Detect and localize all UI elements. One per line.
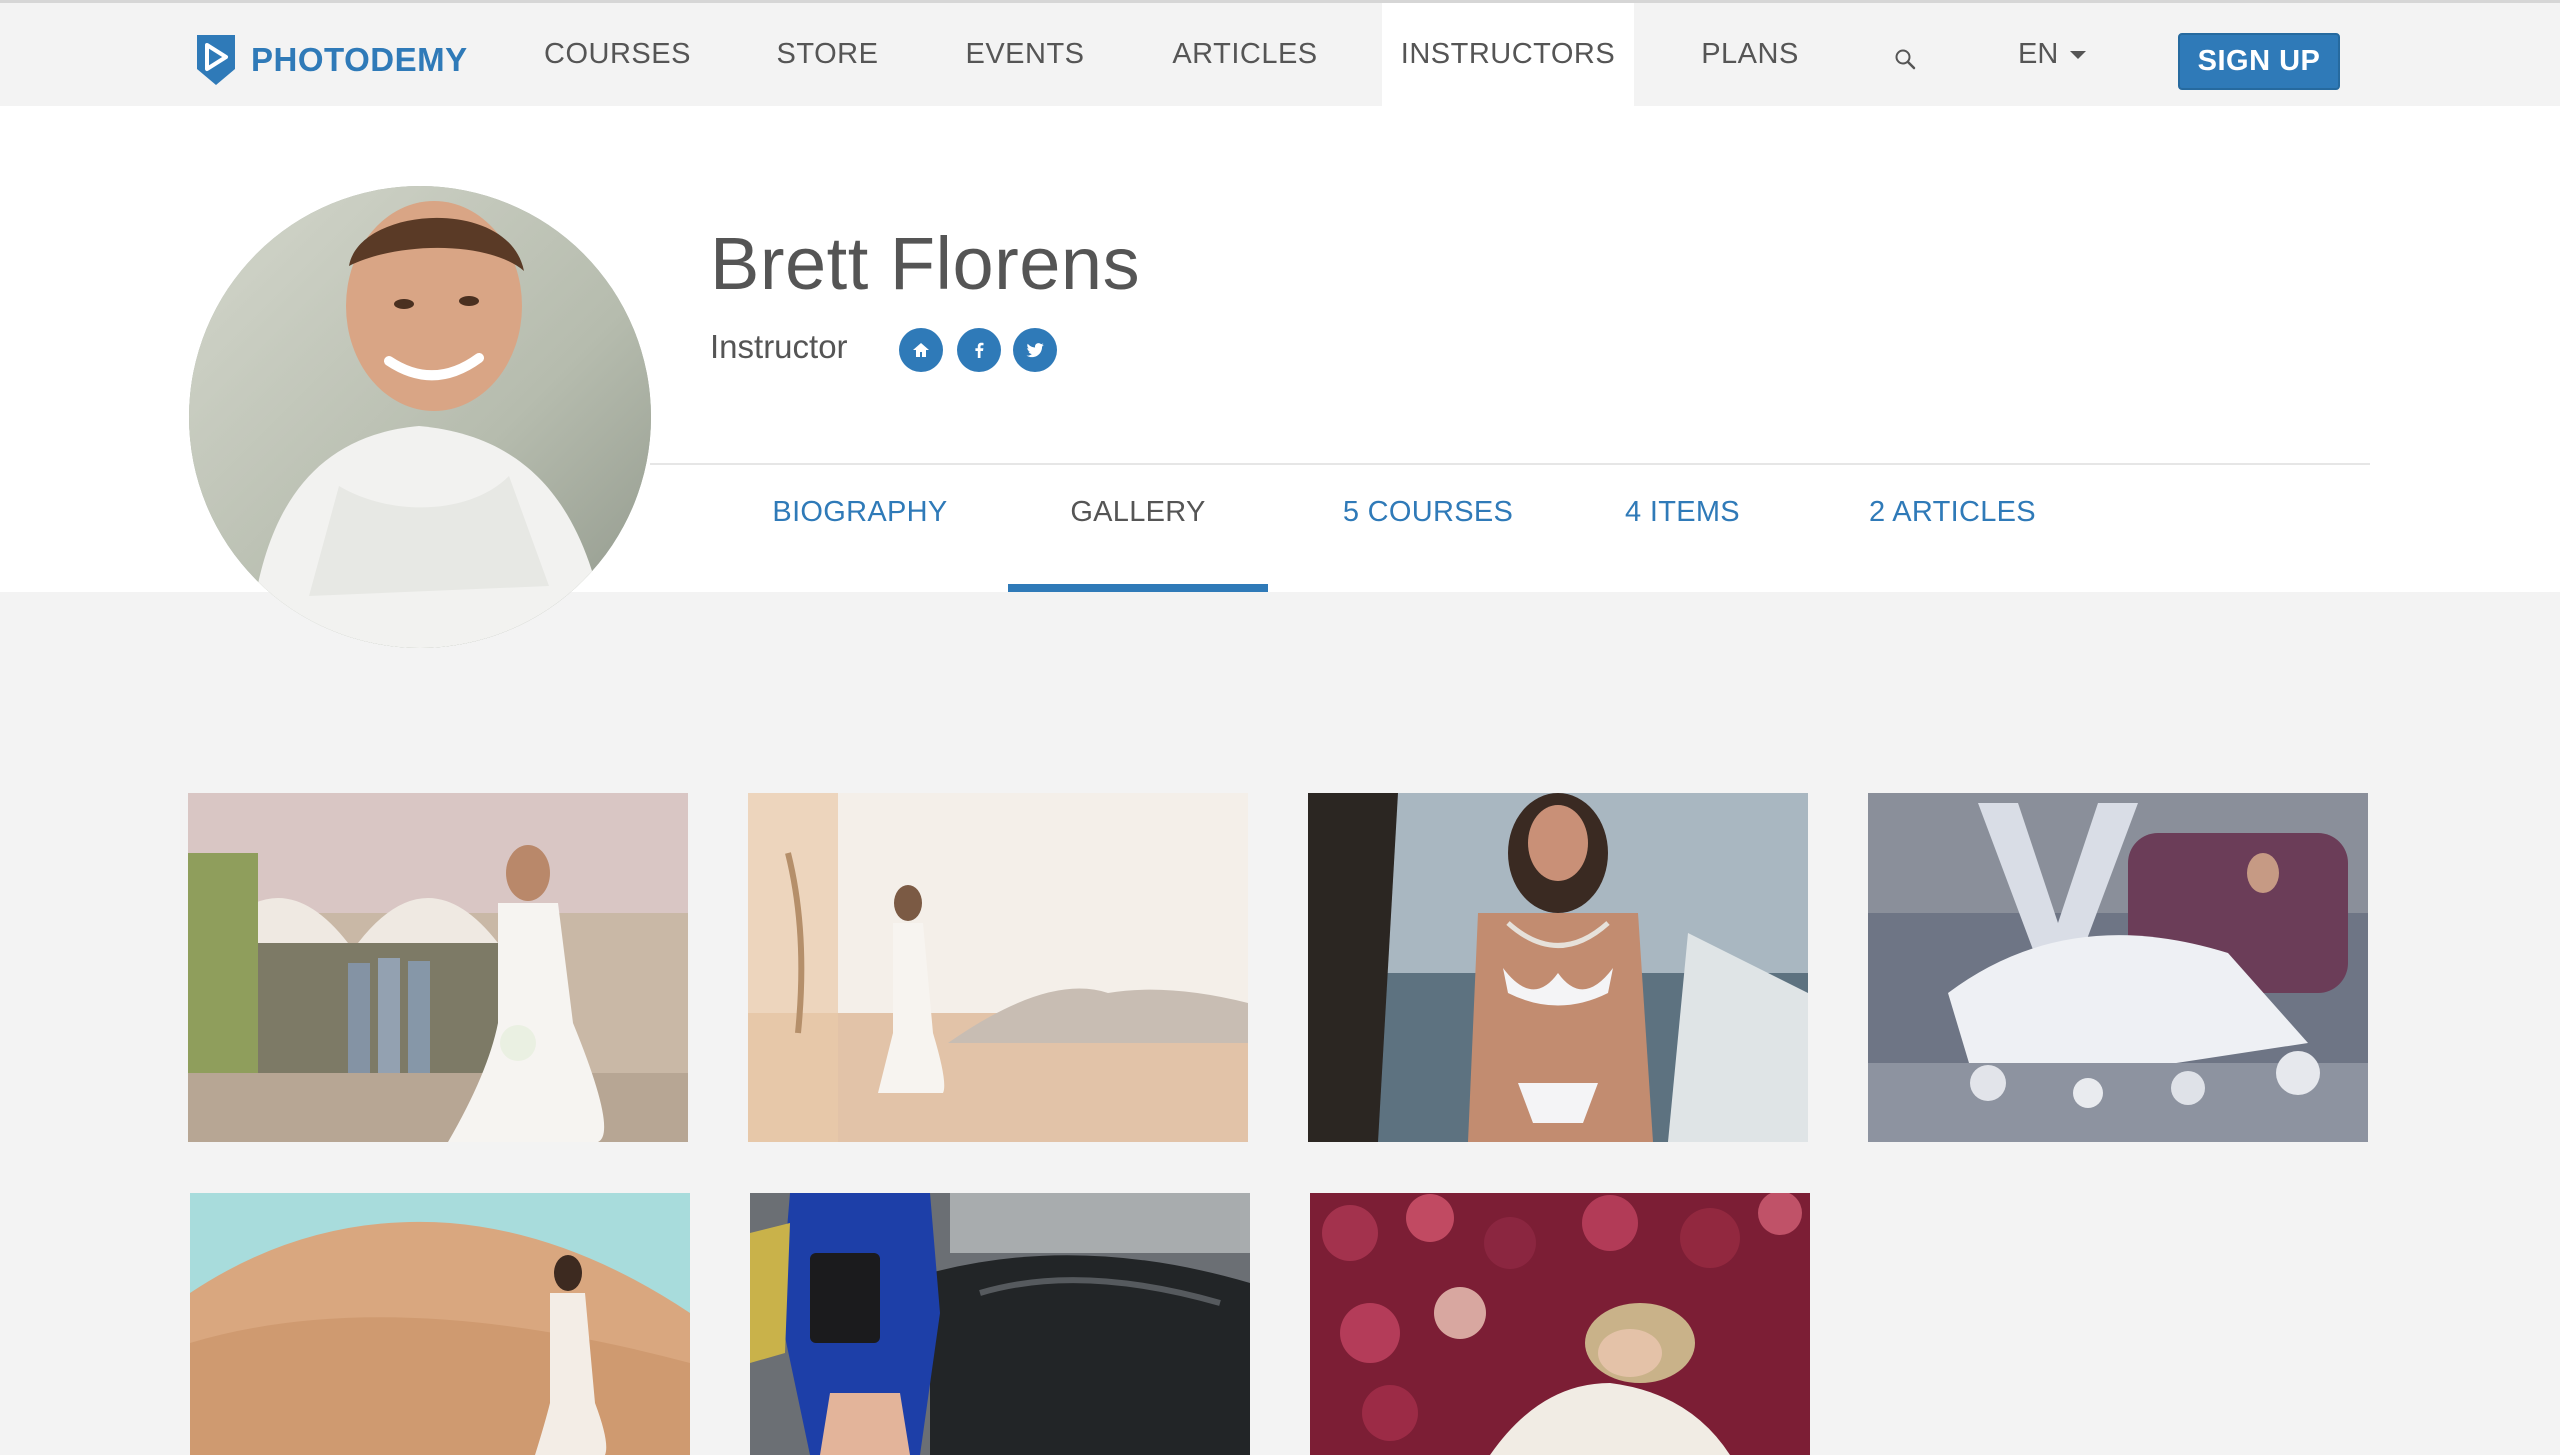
nav-plans-label: PLANS (1701, 38, 1799, 70)
instructor-role: Instructor (710, 328, 848, 365)
gallery-item-bride-roses[interactable] (1310, 1193, 1810, 1455)
tab-items[interactable]: 4 ITEMS (1600, 496, 1765, 586)
sign-up-button[interactable]: SIGN UP (2178, 33, 2340, 90)
gallery-item-bride-purple-couch[interactable] (1868, 793, 2368, 1142)
tab-biography[interactable]: BIOGRAPHY (760, 496, 960, 586)
nav-instructors-label: INSTRUCTORS (1400, 38, 1616, 70)
nav-instructors[interactable]: INSTRUCTORS (1382, 3, 1634, 106)
language-label: EN (2018, 38, 2059, 70)
facebook-link[interactable] (957, 328, 1001, 372)
active-tab-indicator (1008, 584, 1268, 592)
header-divider (650, 463, 2370, 465)
tab-courses-label: 5 COURSES (1342, 496, 1514, 528)
avatar-portrait (189, 186, 651, 648)
gallery-image (750, 1193, 1250, 1455)
nav-articles-label: ARTICLES (1172, 38, 1318, 70)
gallery-image (1310, 1193, 1810, 1455)
tab-biography-label: BIOGRAPHY (772, 496, 948, 528)
brand-logo[interactable]: PHOTODEMY (193, 31, 468, 89)
nav-courses[interactable]: COURSES (535, 3, 700, 106)
tab-gallery-label: GALLERY (1070, 496, 1206, 528)
gallery-image (188, 793, 688, 1142)
twitter-icon (1026, 343, 1044, 358)
brand-name: PHOTODEMY (251, 41, 468, 78)
instructor-profile-header: Brett Florens Instructor BIOGRAPHY GALLE… (0, 106, 2560, 648)
nav-events-label: EVENTS (965, 38, 1085, 70)
nav-courses-label: COURSES (544, 38, 691, 70)
top-navigation: PHOTODEMY COURSES STORE EVENTS ARTICLES … (0, 0, 2560, 106)
tab-articles[interactable]: 2 ARTICLES (1855, 496, 2050, 586)
nav-store[interactable]: STORE (765, 3, 890, 106)
gallery-image (1308, 793, 1808, 1142)
nav-store-label: STORE (776, 38, 879, 70)
nav-articles[interactable]: ARTICLES (1160, 3, 1330, 106)
facebook-icon (975, 342, 984, 358)
home-icon (913, 343, 929, 357)
tab-courses[interactable]: 5 COURSES (1318, 496, 1538, 586)
nav-plans[interactable]: PLANS (1690, 3, 1810, 106)
photodemy-logo-icon (197, 35, 235, 85)
gallery-item-bride-desert-haze[interactable] (748, 793, 1248, 1142)
gallery-item-bride-courtyard[interactable] (188, 793, 688, 1142)
nav-events[interactable]: EVENTS (955, 3, 1095, 106)
twitter-link[interactable] (1013, 328, 1057, 372)
tab-gallery[interactable]: GALLERY (1008, 496, 1268, 586)
gallery-image (1868, 793, 2368, 1142)
tab-articles-label: 2 ARTICLES (1869, 496, 2036, 528)
website-link[interactable] (899, 328, 943, 372)
gallery-item-fashion-car[interactable] (750, 1193, 1250, 1455)
search-icon[interactable] (1893, 47, 1917, 71)
gallery-item-bride-sand-dunes[interactable] (190, 1193, 690, 1455)
instructor-name: Brett Florens (710, 222, 1141, 305)
chevron-down-icon (2070, 50, 2087, 59)
gallery-image (748, 793, 1248, 1142)
language-selector[interactable]: EN (2018, 3, 2087, 106)
gallery-image (190, 1193, 690, 1455)
tab-items-label: 4 ITEMS (1625, 496, 1740, 528)
instructor-avatar (189, 186, 651, 648)
gallery-item-model-yacht[interactable] (1308, 793, 1808, 1142)
